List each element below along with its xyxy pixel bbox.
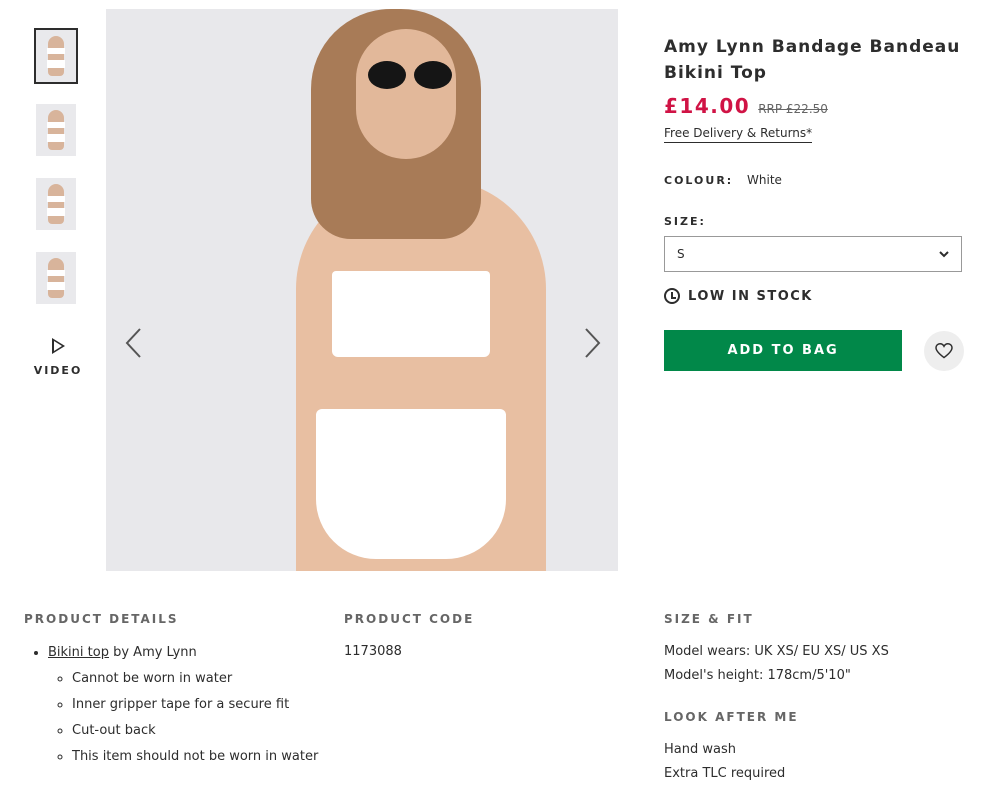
list-item: Cannot be worn in water [72,666,324,692]
save-for-later-button[interactable] [924,330,964,371]
care-line-1: Hand wash [664,742,736,757]
size-selected-value: S [677,247,685,261]
thumbnail-2[interactable] [36,104,76,156]
rrp-price: RRP £22.50 [758,102,828,116]
thumbnail-3[interactable] [36,178,76,230]
product-title: Amy Lynn Bandage Bandeau Bikini Top [664,37,961,83]
product-code-heading: PRODUCT CODE [344,612,475,626]
free-delivery-link[interactable]: Free Delivery & Returns* [664,126,813,143]
colour-value: White [747,173,782,187]
colour-label: COLOUR: [664,174,734,187]
stock-status: LOW IN STOCK [664,288,964,304]
chevron-left-icon[interactable] [122,325,146,361]
bikini-top-link[interactable]: Bikini top [48,645,109,660]
product-details-heading: PRODUCT DETAILS [24,612,179,626]
video-label: VIDEO [33,364,83,377]
heart-icon [935,342,953,358]
thumbnail-strip [34,28,80,326]
care-line-2: Extra TLC required [664,766,786,781]
model-wears: Model wears: UK XS/ EU XS/ US XS [664,644,889,659]
product-code-value: 1173088 [344,644,402,659]
size-fit-heading: SIZE & FIT [664,612,754,626]
list-item: This item should not be worn in water [72,744,324,770]
product-details: PRODUCT DETAILS Bikini top by Amy Lynn C… [24,612,324,770]
add-to-bag-button[interactable]: ADD TO BAG [664,330,903,371]
chevron-right-icon[interactable] [580,325,604,361]
current-price: £14.00 [664,94,751,118]
model-height: Model's height: 178cm/5'10" [664,668,851,683]
list-item: Cut-out back [72,718,324,744]
size-select[interactable]: S [664,236,962,272]
clock-icon [664,288,680,304]
video-button[interactable]: VIDEO [30,338,86,377]
stock-text: LOW IN STOCK [688,288,813,304]
thumbnail-1[interactable] [34,28,78,84]
product-main-image [106,9,618,571]
product-code: PRODUCT CODE 1173088 [344,612,594,664]
size-fit: SIZE & FIT Model wears: UK XS/ EU XS/ US… [664,612,964,786]
look-after-me-heading: LOOK AFTER ME [664,710,799,724]
thumbnail-4[interactable] [36,252,76,304]
size-label: SIZE: [664,215,706,228]
product-info: Amy Lynn Bandage Bandeau Bikini Top £14.… [664,34,964,371]
chevron-down-icon [939,250,949,257]
list-item: Inner gripper tape for a secure fit [72,692,324,718]
list-item: Bikini top by Amy Lynn Cannot be worn in… [48,640,324,770]
play-icon [51,338,65,354]
